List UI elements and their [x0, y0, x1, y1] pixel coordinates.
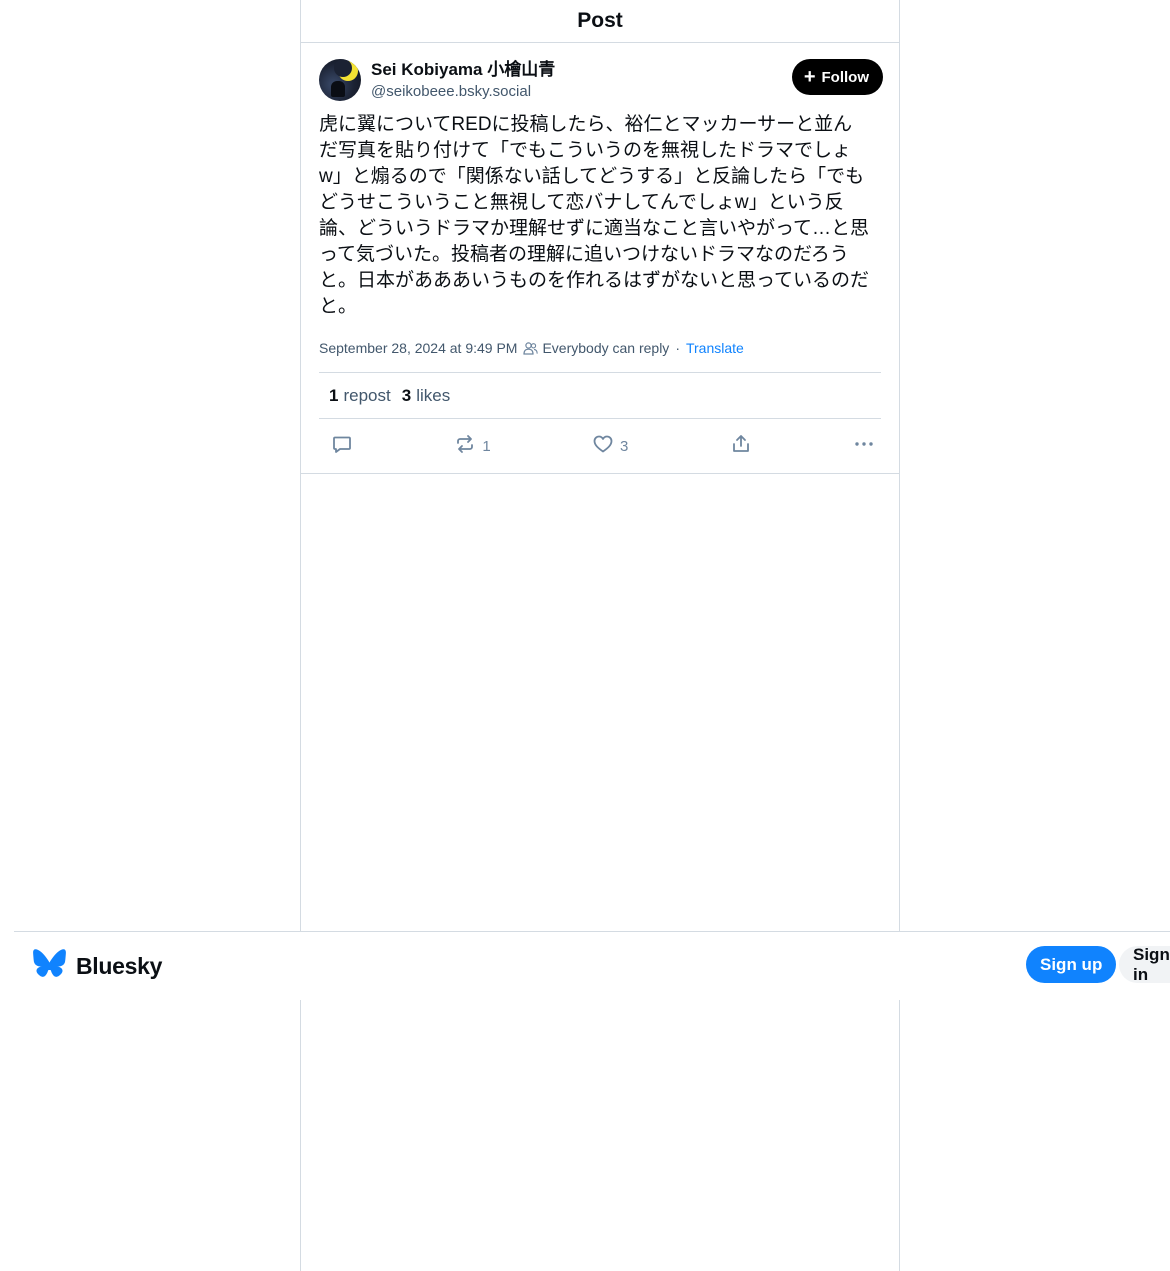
translate-link[interactable]: Translate — [686, 340, 744, 356]
sign-in-button[interactable]: Sign in — [1119, 946, 1170, 983]
brand[interactable]: Bluesky — [33, 948, 163, 984]
like-count: 3 — [620, 437, 629, 455]
share-icon — [730, 433, 752, 459]
more-options-button[interactable] — [853, 431, 875, 461]
post-actions: 1 3 — [319, 419, 881, 473]
post-meta: September 28, 2024 at 9:49 PM Everybody … — [319, 337, 881, 359]
reposts-label: repost — [343, 385, 391, 405]
likes-stat[interactable]: 3 likes — [402, 386, 450, 406]
post-timestamp[interactable]: September 28, 2024 at 9:49 PM — [319, 340, 517, 356]
likes-count: 3 — [401, 385, 412, 405]
reply-button[interactable] — [331, 431, 353, 461]
main-column: Post Sei Kobiyama 小檜山青 @seikobeee.bsky.s… — [300, 0, 900, 1271]
share-button[interactable] — [730, 431, 752, 461]
more-icon — [853, 433, 875, 459]
repost-icon — [454, 433, 476, 459]
post-text: 虎に翼についてREDに投稿したら、裕仁とマッカーサーと並んだ写真を貼り付けて「で… — [319, 114, 870, 317]
follow-button[interactable]: + Follow — [791, 59, 883, 95]
reply-icon — [331, 433, 353, 459]
reposts-stat[interactable]: 1 repost — [329, 386, 391, 406]
engagement-stats: 1 repost 3 likes — [319, 372, 881, 419]
reposts-count: 1 — [329, 385, 339, 405]
post-thread-item: Sei Kobiyama 小檜山青 @seikobeee.bsky.social… — [301, 43, 899, 474]
reply-setting: Everybody can reply — [542, 340, 670, 356]
repost-count: 1 — [482, 437, 491, 455]
top-bar: Post — [301, 0, 899, 43]
butterfly-logo-icon — [33, 948, 66, 984]
people-icon — [523, 341, 539, 355]
page-title: Post — [577, 9, 623, 32]
logged-out-bottom-bar: Bluesky Sign up Sign in — [14, 931, 1170, 1000]
like-button[interactable]: 3 — [592, 431, 628, 461]
likes-label: likes — [416, 385, 451, 405]
author-names: Sei Kobiyama 小檜山青 @seikobeee.bsky.social — [371, 59, 555, 103]
avatar[interactable] — [319, 59, 361, 101]
brand-name: Bluesky — [76, 952, 163, 979]
sign-up-button[interactable]: Sign up — [1026, 946, 1117, 983]
meta-separator: · — [675, 340, 680, 356]
plus-icon: + — [803, 66, 816, 88]
follow-label: Follow — [821, 68, 870, 86]
repost-button[interactable]: 1 — [454, 431, 491, 461]
heart-icon — [592, 433, 614, 459]
author-display-name[interactable]: Sei Kobiyama 小檜山青 — [371, 59, 555, 81]
author-handle[interactable]: @seikobeee.bsky.social — [371, 81, 555, 103]
